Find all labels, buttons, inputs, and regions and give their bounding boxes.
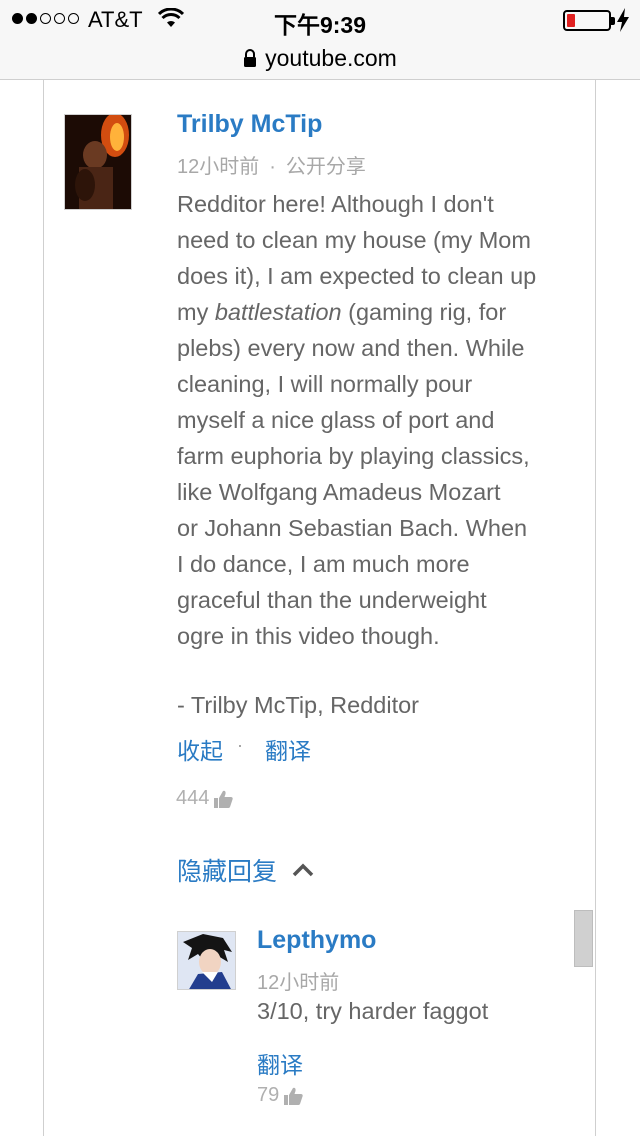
reply-time[interactable]: 12小时前	[257, 966, 339, 995]
action-separator: ·	[237, 734, 243, 755]
clock: 下午9:39	[273, 12, 367, 38]
collapse-button[interactable]: 收起	[177, 732, 223, 766]
comment-line: like Wolfgang Amadeus Mozart	[177, 479, 501, 505]
hide-replies-label: 隐藏回复	[177, 858, 278, 886]
comment-line: I do dance, I am much more	[177, 551, 470, 577]
like-count: 444	[176, 787, 210, 809]
comment-line: ogre in this video though.	[177, 623, 440, 649]
reply-avatar[interactable]	[177, 931, 236, 990]
emphasized-word: battlestation	[214, 299, 342, 325]
comment-time[interactable]: 12小时前	[177, 156, 259, 178]
comment-line-emphasis: my battlestation (gaming rig, for	[177, 299, 507, 325]
comment-line: graceful than the underweight	[177, 587, 487, 613]
comment-line: cleaning, I will normally pour	[177, 371, 473, 397]
comment-author[interactable]: Trilby McTip	[177, 110, 322, 139]
reply-author[interactable]: Lepthymo	[257, 926, 376, 955]
comment-meta: 12小时前 · 公开分享	[177, 150, 366, 179]
like-control[interactable]: 444	[176, 787, 234, 810]
comment-line: does it), I am expected to clean up	[177, 263, 537, 289]
reply-like-count: 79	[257, 1084, 280, 1106]
comment-visibility: 公开分享	[285, 156, 366, 178]
scrollbar-thumb[interactable]	[574, 910, 593, 967]
hide-replies-button[interactable]: 隐藏回复	[177, 852, 315, 888]
charging-bolt-icon	[617, 8, 629, 32]
thumbs-up-icon[interactable]	[283, 1086, 303, 1106]
battery-icon	[563, 10, 615, 31]
translate-button[interactable]: 翻译	[265, 732, 311, 766]
meta-separator: ·	[269, 156, 276, 178]
comment-line: farm euphoria by playing classics,	[177, 443, 530, 469]
comment-line: plebs) every now and then. While	[177, 335, 525, 361]
url-text[interactable]: youtube.com	[265, 45, 397, 72]
address-bar[interactable]: youtube.com	[0, 40, 640, 76]
comment-body: Redditor here! Although I don't need to …	[177, 186, 577, 654]
lock-icon	[244, 49, 257, 67]
status-bar: AT&T 下午9:39	[0, 0, 640, 40]
reply-body: 3/10, try harder faggot	[257, 998, 489, 1024]
comment-signature: - Trilby McTip, Redditor	[177, 692, 420, 718]
thumbs-up-icon[interactable]	[213, 789, 234, 809]
comment-line: need to clean my house (my Mom	[177, 227, 531, 253]
chevron-up-icon	[292, 863, 314, 877]
top-bar: AT&T 下午9:39 youtube.com	[0, 0, 640, 80]
avatar[interactable]	[64, 114, 132, 210]
reply-like-control[interactable]: 79	[257, 1084, 303, 1107]
comment-line: myself a nice glass of port and	[177, 407, 495, 433]
reply-translate-button[interactable]: 翻译	[257, 1046, 303, 1080]
comment-actions: 收起 · 翻译	[177, 732, 311, 766]
comment-line: or Johann Sebastian Bach. When	[177, 515, 528, 541]
comment-line: Redditor here! Although I don't	[177, 191, 494, 217]
